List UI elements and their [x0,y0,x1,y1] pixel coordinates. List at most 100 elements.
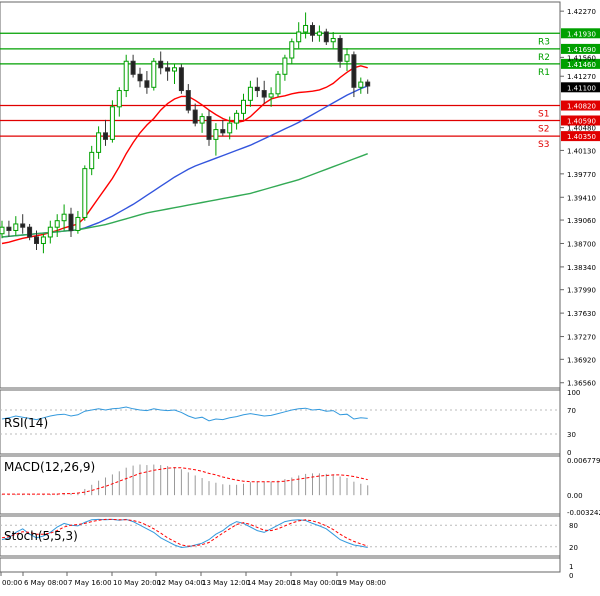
candle-body [241,99,246,114]
candle-body [96,132,102,153]
stoch-tick-label: 1 [569,563,573,571]
price-tick-label: 1.38340 [567,264,596,272]
rsi-title: RSI(14) [4,416,48,430]
candle-body [116,90,122,108]
stoch-tick-label: 0 [569,572,573,580]
stoch-tick-label: 80 [569,522,578,530]
price-tick-label: 1.36560 [567,380,596,388]
candle-body [137,73,143,82]
candle-body [296,31,302,43]
level-label-r1: R1 [538,68,550,78]
candle-body [27,226,33,238]
candle-body [289,41,295,59]
price-tick-label: 1.37270 [567,334,596,342]
candle-body [268,93,274,98]
candle-body [206,116,212,140]
trading-chart: R31.41930R21.41690R11.41460S11.40820S21.… [0,1,600,587]
candle-body [40,236,46,244]
rsi-tick-label: 70 [567,407,576,415]
level-label-s2: S2 [538,124,549,134]
price-tick-label: 1.37630 [567,310,596,318]
price-tick-label: 1.40130 [567,147,596,155]
candle-body [151,60,157,88]
price-tick-label: 1.41270 [567,73,596,81]
price-tick-label: 1.37990 [567,287,596,295]
level-price-label-r2: 1.41690 [567,46,596,54]
price-tick-label: 1.39060 [567,217,596,225]
level-price-label-r3: 1.41930 [567,30,596,38]
stoch-tick-label: 20 [569,544,578,552]
level-label-r2: R2 [538,53,550,63]
candle-body [34,236,39,244]
candle-body [130,60,136,75]
candle-body [89,151,95,170]
rsi-tick-label: 0 [567,449,571,457]
candle-body [68,213,74,231]
candle-body [199,116,205,124]
empty-sub-panel [0,557,561,573]
candle-body [103,132,108,140]
candle-body [0,226,5,235]
rsi-panel [0,389,561,455]
macd-tick-label: 0.00 [567,492,583,500]
time-tick-label: 10 May 20:00 [113,579,161,587]
candle-body [54,220,60,228]
candle-body [323,31,329,43]
time-tick-label: 13 May 12:00 [202,579,250,587]
price-tick-label: 1.38700 [567,240,596,248]
candle-body [234,112,240,124]
candle-body [220,129,226,134]
candle-body [365,81,371,87]
candle-body [20,223,26,228]
candle-body [275,73,281,95]
candle-body [158,60,164,69]
time-tick-label: 6 May 08:00 [24,579,68,587]
candle-body [316,31,322,36]
candle-body [351,54,357,88]
candle-body [192,109,198,124]
stoch-panel [0,515,561,557]
level-label-s3: S3 [538,140,549,150]
rsi-tick-label: 100 [567,389,580,397]
level-label-s1: S1 [538,110,549,120]
price-tick-label: 1.41560 [567,54,596,62]
candle-body [185,90,191,111]
time-tick-label: 14 May 20:00 [247,579,295,587]
price-tick-label: 1.36920 [567,356,596,364]
candle-body [344,54,350,62]
price-tick-label: 1.39770 [567,171,596,179]
level-label-r3: R3 [538,37,550,47]
candle-body [82,168,88,218]
level-price-label-s3: 1.40350 [567,133,596,141]
candle-body [213,129,219,140]
price-tick-label: 1.40480 [567,125,596,133]
time-tick-label: 7 May 16:00 [68,579,112,587]
candle-body [282,57,288,75]
candle-body [61,213,67,222]
candle-body [172,67,177,72]
candle-body [310,24,315,36]
candle-body [261,90,267,98]
candle-body [337,37,343,62]
candle-body [109,106,115,140]
macd-tick-label: -0.003242 [567,509,600,517]
current-price-label: 1.41100 [567,84,596,92]
macd-title: MACD(12,26,9) [4,460,95,474]
candle-body [330,37,336,43]
candle-body [227,122,233,134]
candle-body [144,80,150,88]
time-tick-label: 19 May 08:00 [338,579,386,587]
candle-body [165,67,171,72]
time-tick-label: 18 May 00:00 [292,579,340,587]
price-tick-label: 1.42270 [567,8,596,16]
price-tick-label: 1.39410 [567,194,596,202]
time-axis: 00:00 6 May 08:00 7 May 16:00 10 May 20:00 1… [0,572,386,587]
candle-body [358,81,364,88]
candle-body [178,67,184,92]
time-tick-label: 00:00 [2,579,22,587]
level-price-label-s1: 1.40820 [567,103,596,111]
candle-body [247,86,253,101]
stoch-title: Stoch(5,5,3) [4,529,78,543]
candle-body [13,223,19,231]
macd-tick-label: 0.006779 [567,457,600,465]
